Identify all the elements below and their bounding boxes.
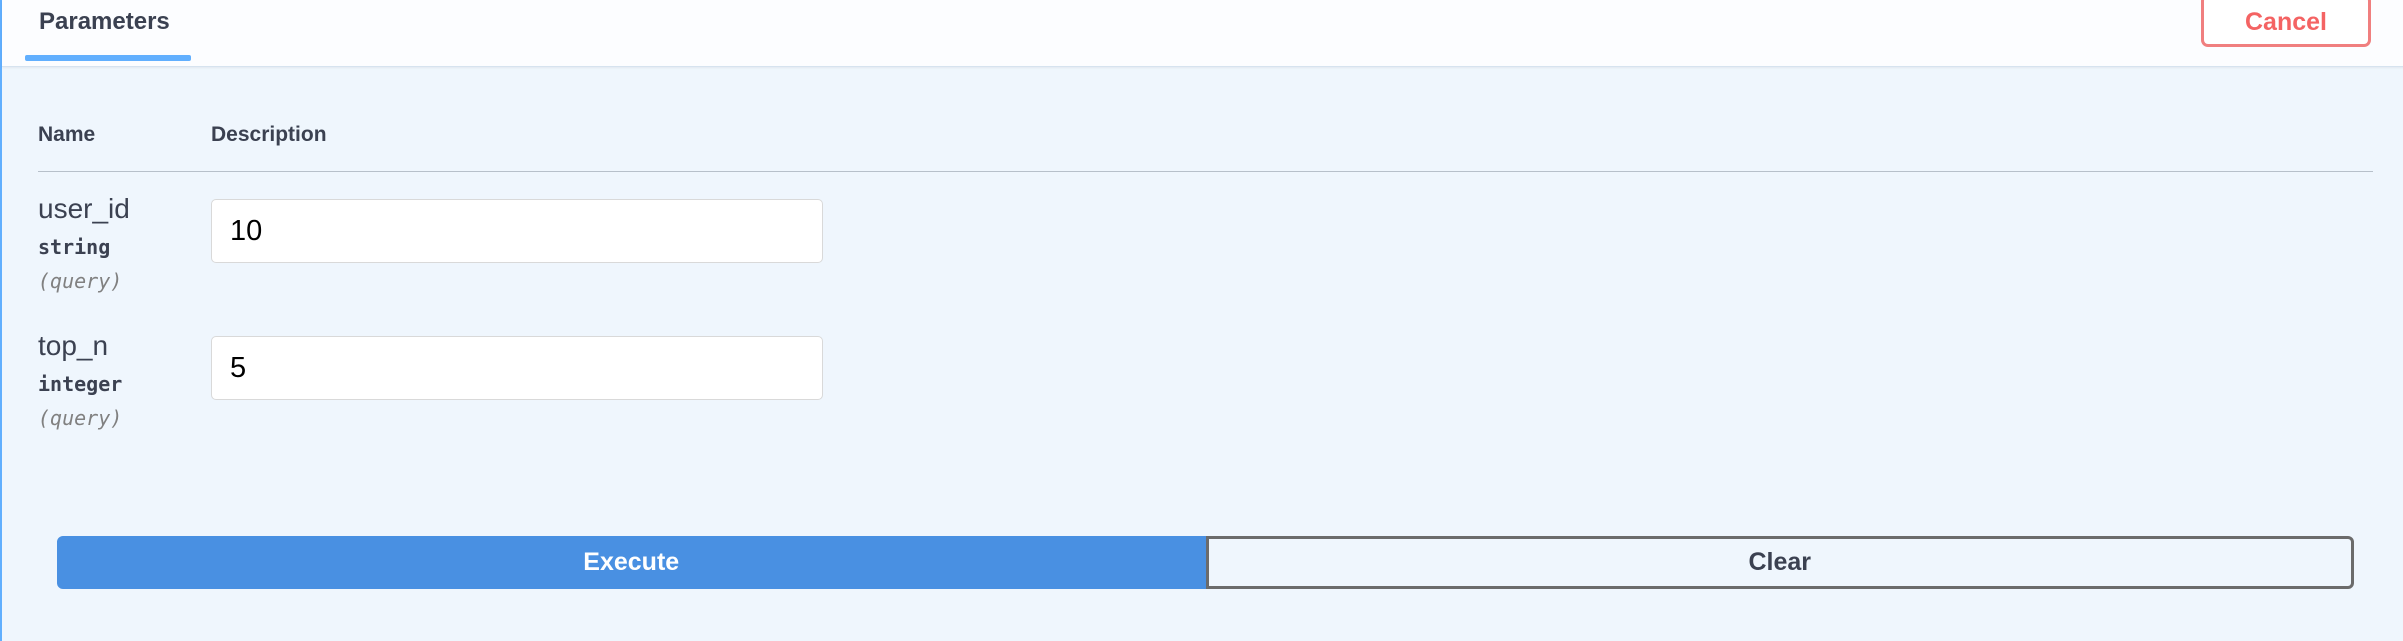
- clear-button[interactable]: Clear: [1205, 536, 2354, 589]
- column-header-description: Description: [211, 123, 327, 146]
- parameter-location: (query): [38, 406, 123, 430]
- parameter-name: user_id: [38, 193, 130, 224]
- user-id-input[interactable]: [211, 199, 823, 263]
- parameter-type: integer: [38, 372, 123, 396]
- tab-active-indicator: [25, 55, 191, 61]
- tab-parameters-label: Parameters: [39, 8, 170, 35]
- parameter-location: (query): [38, 269, 123, 293]
- table-header-divider: [38, 171, 2373, 172]
- parameters-panel: Parameters Cancel Name Description user_…: [0, 0, 2403, 641]
- column-header-name: Name: [38, 123, 96, 146]
- panel-header: Parameters Cancel: [2, 0, 2403, 67]
- tab-parameters[interactable]: Parameters: [25, 0, 191, 63]
- parameter-row-top-n: top_n integer (query): [38, 330, 2373, 450]
- parameter-name: top_n: [38, 330, 109, 361]
- action-buttons: Execute Clear: [57, 536, 2354, 589]
- cancel-button[interactable]: Cancel: [2201, 0, 2371, 47]
- execute-button[interactable]: Execute: [57, 536, 1206, 589]
- parameter-row-user-id: user_id string (query): [38, 193, 2373, 313]
- parameter-type: string: [38, 235, 111, 259]
- top-n-input[interactable]: [211, 336, 823, 400]
